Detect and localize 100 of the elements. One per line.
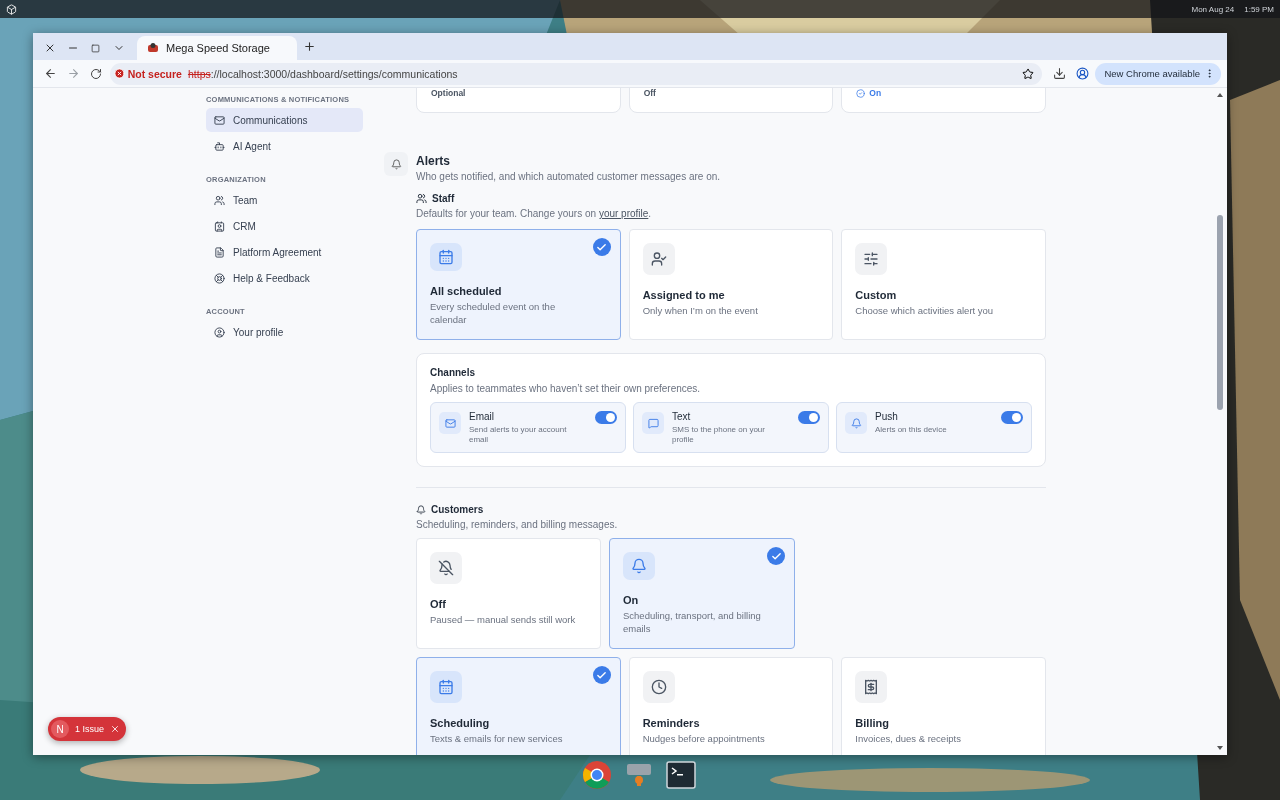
sidebar-item[interactable]: AI Agent [206, 134, 363, 158]
customers-description: Scheduling, reminders, and billing messages. [416, 519, 619, 530]
date-text: Mon Aug 24 [1191, 4, 1235, 14]
issue-label: 1 Issue [75, 724, 105, 734]
check-icon [767, 547, 785, 565]
sidebar-item[interactable]: Communications [206, 108, 363, 132]
toggle-switch[interactable] [798, 411, 820, 424]
message-icon [647, 417, 659, 429]
receipt-icon [863, 679, 880, 695]
plus-icon [303, 40, 316, 53]
sidebar-item[interactable]: CRM [206, 214, 363, 238]
toggle-switch[interactable] [595, 411, 617, 424]
option-title: Billing [855, 717, 890, 729]
sidebar-item[interactable]: Help & Feedback [206, 266, 363, 290]
sliders-icon [863, 251, 880, 267]
browser-tab[interactable]: Mega Speed Storage [137, 36, 297, 60]
channel-name: Text [672, 411, 692, 422]
site-icon [147, 42, 159, 54]
group-title: Customers [431, 504, 484, 515]
warning-icon [113, 68, 125, 79]
calendar-icon [438, 249, 454, 265]
scrollbar-thumb[interactable] [1217, 215, 1223, 410]
bell-icon [850, 417, 862, 429]
option-description: Invoices, dues & receipts [855, 732, 962, 745]
option-card[interactable]: Billing Invoices, dues & receipts [841, 657, 1046, 755]
url-text: https://localhost:3000/dashboard/settings/communications [187, 67, 459, 80]
option-value: On [856, 88, 882, 98]
lifebuoy-icon [214, 272, 225, 284]
option-card[interactable]: Reminders Nudges before appointments [628, 657, 834, 755]
user-circle-icon [1075, 67, 1089, 80]
sidebar-item[interactable]: Platform Agreement [206, 240, 363, 264]
security-chip[interactable]: Not secure [113, 67, 182, 80]
arrow-left-icon [43, 67, 57, 80]
channel-description: Send alerts to your account email [469, 425, 568, 445]
user-circle-icon [214, 326, 225, 338]
clock-icon [650, 679, 667, 695]
option-description: Nudges before appointments [642, 732, 766, 745]
option-title: All scheduled [430, 285, 503, 297]
option-card[interactable]: Assigned to me Only when I’m on the event [628, 229, 834, 340]
toggle-switch[interactable] [1001, 411, 1023, 424]
option-title: Custom [855, 289, 898, 301]
check-icon [592, 666, 611, 684]
channel-name: Push [875, 411, 899, 422]
group-title: Channels [430, 367, 476, 378]
reload-icon [90, 67, 103, 80]
group-title: Staff [432, 193, 455, 204]
update-button[interactable]: New Chrome available [1095, 62, 1222, 85]
address-bar[interactable]: Not secure https://localhost:3000/dashboard/settings/communications [109, 62, 1042, 85]
sidebar-item[interactable]: Your profile [206, 320, 363, 344]
option-description: Every scheduled event on the calendar [430, 300, 557, 326]
option-description: Scheduling, transport, and billing emails [623, 609, 762, 635]
option-title: On [623, 594, 640, 606]
calendar-icon [438, 679, 454, 695]
users-icon [416, 193, 427, 204]
option-description: Choose which activities alert you [855, 304, 995, 317]
time-text: 1:59 PM [1244, 4, 1274, 14]
bookmark-star-icon[interactable] [1021, 67, 1034, 80]
option-card[interactable]: All scheduled Every scheduled event on the calendar [416, 229, 621, 340]
option-value: Optional [431, 88, 466, 98]
issue-badge[interactable]: N 1 Issue [48, 717, 127, 741]
channel-description: Alerts on this device [875, 425, 947, 435]
terminal-icon[interactable] [664, 758, 698, 792]
option-card[interactable]: Optional [416, 88, 621, 113]
option-card[interactable]: Off Paused — manual sends still work [416, 538, 601, 649]
channels-description: Applies to teammates who haven’t set their own preferences. [430, 383, 702, 394]
robot-icon [214, 140, 225, 152]
option-title: Scheduling [430, 717, 491, 729]
mail-icon [444, 417, 456, 429]
check-icon [592, 238, 611, 256]
avatar: N [51, 720, 69, 738]
close-icon[interactable] [110, 724, 121, 734]
bell-icon [390, 158, 402, 170]
contact-card-icon [214, 220, 225, 232]
channel-name: Email [469, 411, 495, 422]
sidebar-item[interactable]: Team [206, 188, 363, 212]
option-card[interactable]: Custom Choose which activities alert you [841, 229, 1046, 340]
mail-icon [214, 114, 225, 126]
download-icon [1052, 67, 1066, 80]
option-description: Only when I’m on the event [642, 304, 759, 317]
option-card[interactable]: Off [628, 88, 834, 113]
channel-description: SMS to the phone on your profile [672, 425, 766, 445]
section-title: Alerts [416, 154, 451, 168]
maximize-icon [91, 43, 100, 53]
option-title: Off [430, 598, 447, 610]
option-value: Off [643, 88, 656, 98]
option-card[interactable]: Scheduling Texts & emails for new services [416, 657, 621, 755]
option-description: Paused — manual sends still work [430, 613, 577, 626]
browser-icon[interactable] [580, 758, 614, 792]
bell-off-icon [438, 560, 454, 576]
section-subtitle: Who gets notified, and which automated customer messages are on. [416, 171, 722, 182]
option-card[interactable]: On [841, 88, 1046, 113]
arrow-right-icon [66, 67, 80, 80]
bell-icon [631, 558, 647, 574]
cube-icon[interactable] [6, 3, 17, 15]
option-description: Texts & emails for new services [430, 732, 564, 745]
option-title: Assigned to me [642, 289, 726, 301]
bell-icon [416, 504, 426, 515]
option-card[interactable]: On Scheduling, transport, and billing emails [609, 538, 795, 649]
users-icon [214, 194, 225, 206]
document-icon [214, 246, 225, 258]
